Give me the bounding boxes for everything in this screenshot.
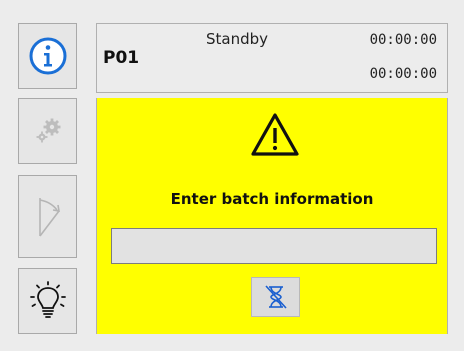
elapsed-time: 00:00:00: [369, 32, 437, 48]
info-icon: [29, 37, 66, 75]
app-window: P01 Standby 00:00:00 00:00:00 Enter batc…: [0, 0, 464, 351]
remaining-time: 00:00:00: [369, 66, 437, 82]
prompt-message: Enter batch information: [170, 190, 374, 208]
gears-icon: [36, 118, 60, 143]
hourglass-cancel-icon: [264, 285, 287, 309]
settings-button[interactable]: [18, 98, 77, 164]
status-text: Standby: [206, 30, 269, 48]
program-label: P01: [103, 48, 140, 68]
lightbulb-button[interactable]: [18, 268, 77, 334]
batch-prompt-panel: Enter batch information: [96, 98, 448, 334]
lightbulb-icon: [29, 281, 66, 318]
filter-icon: [38, 197, 60, 236]
batch-info-input[interactable]: [111, 228, 437, 264]
info-button[interactable]: [18, 23, 77, 89]
filter-button[interactable]: [18, 175, 77, 258]
cancel-button[interactable]: [251, 277, 300, 317]
warning-icon: [251, 113, 299, 156]
status-header: P01 Standby 00:00:00 00:00:00: [96, 23, 448, 93]
